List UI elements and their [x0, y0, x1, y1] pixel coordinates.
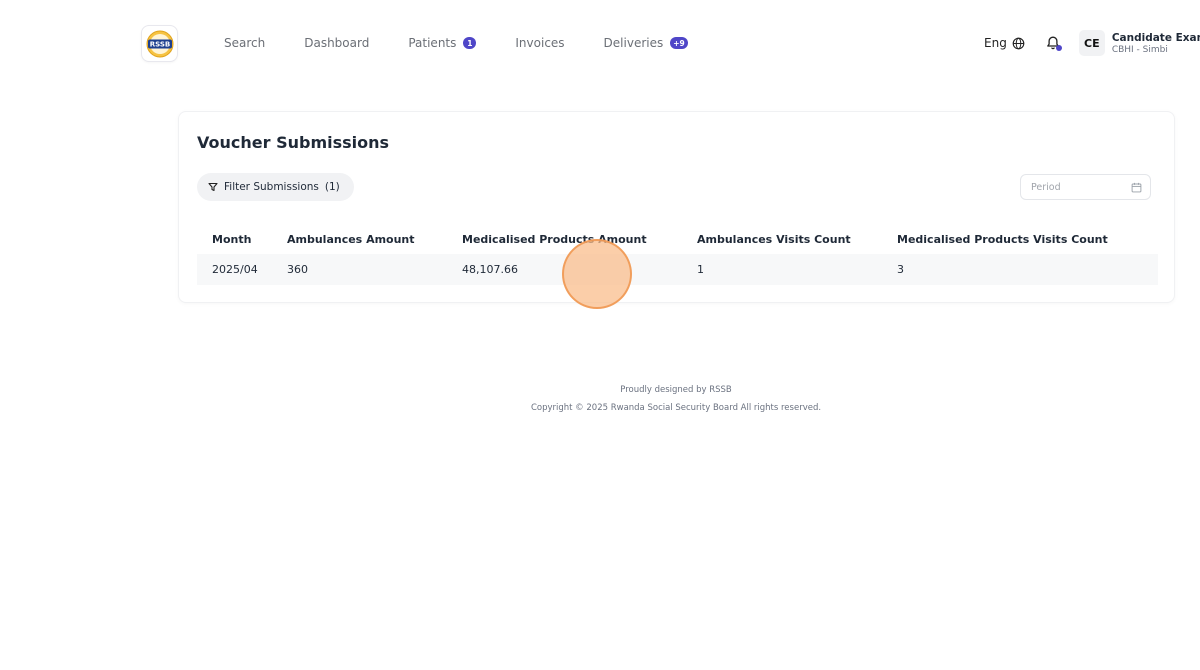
column-header-medicalised-products-visits-count[interactable]: Medicalised Products Visits Count	[897, 233, 1143, 246]
filter-icon	[208, 182, 218, 192]
chevron-down-icon	[1192, 45, 1200, 46]
footer-copyright: Copyright © 2025 Rwanda Social Security …	[530, 403, 822, 413]
nav-label: Search	[224, 36, 266, 50]
deliveries-count-badge: +9	[670, 37, 688, 49]
user-organization: CBHI - Simbi	[1111, 44, 1168, 55]
period-picker[interactable]	[1020, 174, 1151, 200]
cell-ambulances-amount: 360	[287, 263, 308, 276]
rssb-logo-icon: RSSB	[146, 30, 173, 57]
column-header-ambulances-visits-count[interactable]: Ambulances Visits Count	[697, 233, 897, 246]
user-menu[interactable]: Candidate Exam CBHI - Simbi	[1112, 32, 1200, 55]
nav-item-dashboard[interactable]: Dashboard	[304, 36, 369, 50]
voucher-submissions-card: Voucher Submissions Filter Submissions (…	[178, 111, 1175, 303]
nav-item-invoices[interactable]: Invoices	[515, 36, 564, 50]
language-switcher[interactable]: Eng	[984, 36, 1025, 50]
table-header-row: Month Ambulances Amount Medicalised Prod…	[197, 224, 1158, 254]
nav-item-patients[interactable]: Patients 1	[408, 36, 477, 50]
cell-ambulances-visits-count: 1	[697, 263, 704, 276]
main-nav: Search Dashboard Patients 1 Invoices Deli…	[224, 33, 727, 53]
calendar-icon[interactable]	[1131, 182, 1142, 193]
cell-month: 2025/04	[212, 263, 258, 276]
footer-credit: Proudly designed by RSSB	[620, 385, 732, 395]
user-avatar[interactable]: CE	[1078, 30, 1105, 56]
table-body: 2025/04 360 48,107.66 1 3	[197, 254, 1158, 285]
nav-label: Invoices	[515, 36, 565, 50]
click-indicator	[562, 239, 632, 309]
language-label: Eng	[984, 36, 1007, 50]
nav-item-search[interactable]: Search	[224, 36, 265, 50]
table-row[interactable]: 2025/04 360 48,107.66 1 3	[197, 254, 1158, 285]
nav-label: Patients	[408, 36, 457, 50]
user-menu-chevron[interactable]	[1192, 38, 1200, 46]
patients-count-badge: 1	[463, 37, 477, 49]
nav-label: Deliveries	[603, 36, 664, 50]
top-navigation: RSSB Search Dashboard Patients 1 Invoices…	[0, 0, 1200, 86]
submissions-table: Month Ambulances Amount Medicalised Prod…	[197, 224, 1158, 285]
column-header-ambulances-amount[interactable]: Ambulances Amount	[287, 233, 462, 246]
nav-label: Dashboard	[304, 36, 370, 50]
filter-submissions-button[interactable]: Filter Submissions (1)	[197, 173, 354, 201]
nav-item-deliveries[interactable]: Deliveries +9	[604, 36, 688, 50]
notifications-button[interactable]	[1045, 35, 1062, 51]
column-header-month[interactable]: Month	[197, 233, 287, 246]
svg-text:RSSB: RSSB	[149, 40, 170, 48]
notification-dot	[1055, 45, 1062, 51]
page-footer: Proudly designed by RSSB Copyright © 202…	[0, 381, 1200, 417]
globe-icon	[1012, 37, 1025, 49]
cell-medicalised-products-visits-count: 3	[897, 263, 904, 276]
rssb-logo[interactable]: RSSB	[141, 25, 178, 62]
page-title: Voucher Submissions	[197, 133, 390, 152]
user-name: Candidate Exam	[1111, 31, 1200, 44]
header-tools: Eng CE Candidate Exam CBHI - Simbi	[984, 29, 1200, 57]
period-input[interactable]	[1031, 181, 1121, 193]
filter-count: (1)	[324, 181, 340, 193]
filter-label: Filter Submissions	[224, 181, 319, 193]
